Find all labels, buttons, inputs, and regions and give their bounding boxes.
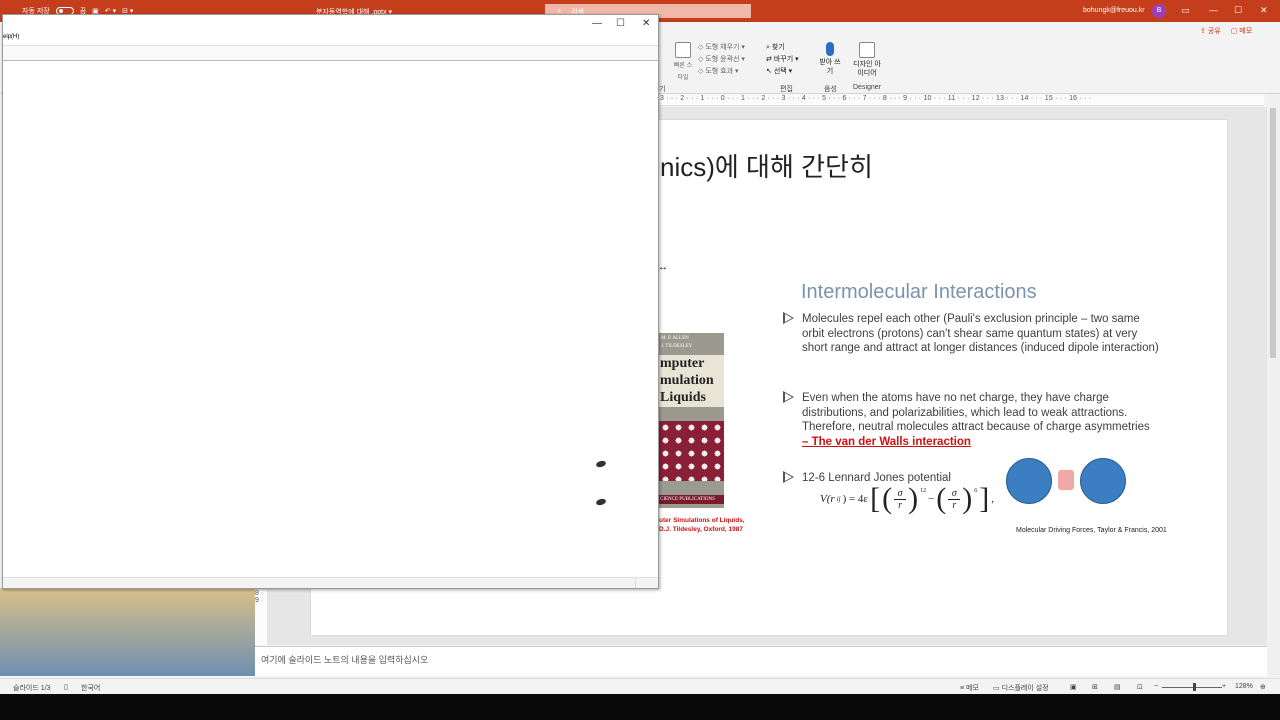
microphone-icon — [826, 42, 834, 56]
zoom-level[interactable]: 128% — [1235, 683, 1253, 690]
horizontal-ruler: 3 · · · 2 · · · 1 · · · 0 · · · 1 · · · … — [660, 94, 1264, 106]
share-button[interactable]: ⇪ 공유 — [1200, 26, 1221, 36]
zoom-slider-thumb[interactable] — [1193, 683, 1196, 691]
editing-group: ⌕ 찾기 ⇄ 바꾸기 ▾ ↖ 선택 ▾ — [766, 42, 799, 78]
zoom-slider[interactable] — [1162, 687, 1222, 688]
image-credit: Molecular Driving Forces, Taylor & Franc… — [1016, 527, 1167, 534]
bullet-text-2[interactable]: Even when the atoms have no net charge, … — [802, 391, 1162, 449]
bullet-triangle-icon — [783, 391, 794, 403]
edit-group-label: 편집 — [780, 86, 793, 93]
zoom-in-button[interactable]: + — [1222, 683, 1226, 690]
book-caption: uter Simulations of Liquids, D.J. Tildes… — [659, 517, 745, 533]
find-button[interactable]: ⌕ 찾기 — [766, 42, 799, 54]
shape-outline-button[interactable]: ◇ 도형 윤곽선 ▾ — [698, 54, 745, 66]
voice-group-label: 음성 — [824, 86, 837, 93]
atom-left — [1006, 458, 1052, 504]
slide-count: 슬라이드 1/3 — [13, 685, 51, 692]
language-indicator[interactable]: 한국어 — [81, 683, 100, 693]
overlay-help-menu[interactable]: elp(H) — [3, 34, 19, 40]
overlay-status-bar — [3, 577, 658, 588]
slide-title[interactable]: nics)에 대해 간단히 — [660, 147, 873, 184]
bullet-triangle-icon — [783, 471, 794, 483]
slide-heading[interactable]: Intermolecular Interactions — [801, 281, 1037, 304]
shape-fill-button[interactable]: ◇ 도형 채우기 ▾ — [698, 42, 745, 54]
user-avatar[interactable]: B — [1152, 4, 1166, 18]
bullet-text-1[interactable]: Molecules repel each other (Pauli's excl… — [802, 312, 1164, 356]
book-cover-image[interactable]: M. P. ALLEN J. TILDESLEY mputer mulation Li… — [659, 333, 724, 508]
lennard-jones-formula: V(r ij) = 4ε [ ( σr ) 12 − ( σr ) 6 ] , — [820, 482, 995, 515]
quick-styles-icon — [675, 42, 691, 58]
cursor-mark — [595, 459, 607, 469]
interaction-bridge — [1058, 470, 1074, 490]
dictate-button[interactable]: 받아 쓰기 — [818, 42, 842, 76]
designer-group-label: Designer — [853, 84, 882, 91]
drawing-group-label: 기 — [659, 86, 666, 93]
notes-placeholder: 여기에 슬라이드 노트의 내용을 입력하십시오 — [261, 655, 429, 665]
taskbar — [0, 694, 1280, 720]
overlay-window[interactable]: — ☐ ✕ elp(H) — [2, 14, 659, 589]
ribbon-display-icon[interactable]: ▭ — [1181, 5, 1190, 16]
vertical-ruler: 8 · 9 · — [255, 590, 267, 645]
overlay-resize-grip[interactable] — [635, 578, 657, 588]
fit-slide-icon[interactable]: ⊕ — [1260, 683, 1266, 691]
zoom-out-button[interactable]: − — [1154, 683, 1158, 690]
reading-view-icon[interactable]: ▤ — [1114, 683, 1121, 691]
molecule-diagram — [1006, 458, 1130, 504]
notes-toggle-button[interactable]: ≡ 메모 — [960, 683, 979, 693]
shape-format-group: ◇ 도형 채우기 ▾ ◇ 도형 윤곽선 ▾ ◇ 도형 효과 ▾ — [698, 42, 745, 78]
share-area: ⇪ 공유 ▢ 메모 — [1200, 26, 1252, 36]
overlay-minimize-button[interactable]: — — [592, 18, 602, 29]
quick-styles-button[interactable]: 빠른 스타일 — [672, 42, 694, 84]
designer-icon — [859, 42, 875, 58]
close-button[interactable]: ✕ — [1260, 5, 1268, 16]
user-email[interactable]: bohungk@freuou.kr — [1083, 7, 1145, 14]
comment-button[interactable]: ▢ 메모 — [1231, 26, 1252, 36]
maximize-button[interactable]: ☐ — [1234, 5, 1242, 16]
slideshow-icon[interactable]: ⊡ — [1137, 683, 1143, 691]
bullet-triangle-icon — [783, 312, 794, 324]
shape-effects-button[interactable]: ◇ 도형 효과 ▾ — [698, 66, 745, 78]
cursor-mark — [595, 497, 607, 507]
atom-right — [1080, 458, 1126, 504]
minimize-button[interactable]: — — [1209, 5, 1218, 15]
slide-sorter-icon[interactable]: ⊞ — [1092, 683, 1098, 691]
notes-input[interactable]: 여기에 슬라이드 노트의 내용을 입력하십시오 — [255, 646, 1267, 676]
overlay-toolbar — [3, 45, 658, 61]
status-bar: 슬라이드 1/3 ▯ 한국어 ≡ 메모 ▭ 디스플레이 설정 ▣ ⊞ ▤ ⊡ −… — [0, 678, 1280, 694]
overlay-close-button[interactable]: ✕ — [642, 18, 650, 29]
replace-button[interactable]: ⇄ 바꾸기 ▾ — [766, 54, 799, 66]
spellcheck-icon[interactable]: ▯ — [64, 683, 68, 691]
overlay-maximize-button[interactable]: ☐ — [616, 18, 625, 29]
display-settings-button[interactable]: ▭ 디스플레이 설정 — [993, 683, 1049, 693]
vertical-scrollbar[interactable] — [1267, 94, 1280, 676]
slide-thumbnail-pane[interactable] — [0, 588, 255, 676]
select-button[interactable]: ↖ 선택 ▾ — [766, 66, 799, 78]
resize-cursor-icon: ↔ — [658, 262, 668, 273]
normal-view-icon[interactable]: ▣ — [1070, 683, 1077, 691]
van-der-walls-link[interactable]: – The van der Walls interaction — [802, 436, 971, 448]
designer-button[interactable]: 디자인 아이디어 — [852, 42, 882, 78]
ruler-marks: 3 · · · 2 · · · 1 · · · 0 · · · 1 · · · … — [660, 95, 1092, 102]
